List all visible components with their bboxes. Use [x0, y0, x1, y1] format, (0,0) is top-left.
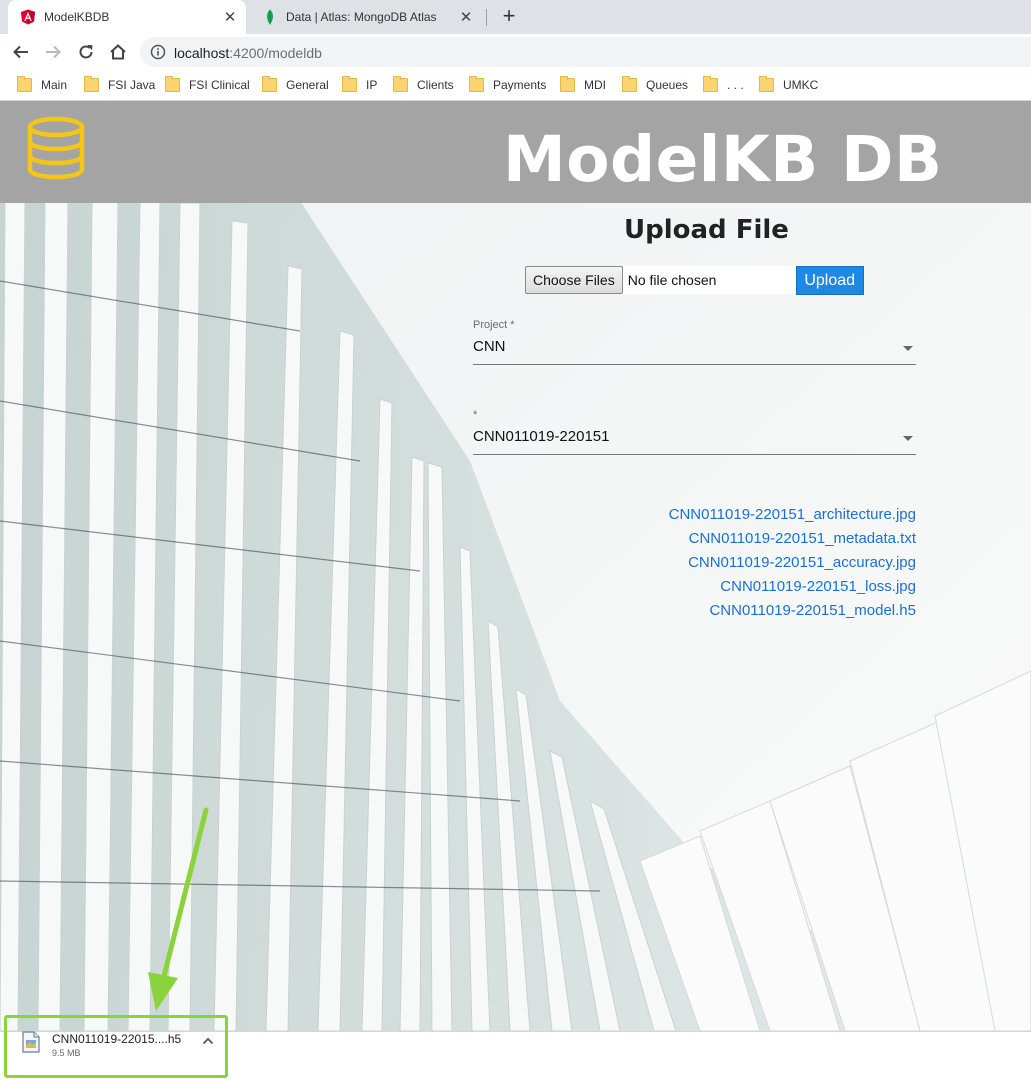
- folder-icon: [393, 76, 408, 92]
- bookmark-main[interactable]: Main: [17, 76, 68, 93]
- bookmark-label: . . .: [727, 78, 744, 92]
- file-input[interactable]: Choose Files No file chosen Upload: [525, 266, 864, 295]
- model-label: *: [473, 409, 478, 421]
- page-content: ModelKB DB Upload File Choose Files No f…: [0, 101, 1031, 1031]
- bookmark-fsi-clinical[interactable]: FSI Clinical: [165, 76, 250, 93]
- bookmark-more[interactable]: . . .: [703, 76, 744, 93]
- folder-icon: [560, 76, 575, 92]
- bookmark-label: MDI: [584, 78, 606, 92]
- dropdown-caret-icon: [903, 436, 913, 441]
- tab-modelkbdb[interactable]: ModelKBDB ✕: [8, 0, 246, 34]
- model-value: CNN011019-220151: [473, 428, 610, 445]
- folder-icon: [84, 76, 99, 92]
- bookmark-label: IP: [366, 78, 378, 92]
- bookmark-label: General: [286, 78, 329, 92]
- bookmark-umkc[interactable]: UMKC: [759, 76, 819, 93]
- bookmark-label: FSI Clinical: [189, 78, 250, 92]
- select-underline: [473, 454, 916, 455]
- home-icon: [110, 44, 126, 60]
- dropdown-caret-icon: [903, 346, 913, 351]
- download-size: 9.5 MB: [52, 1048, 81, 1058]
- upload-button[interactable]: Upload: [795, 266, 864, 295]
- upload-file-heading: Upload File: [624, 215, 789, 245]
- bookmark-label: UMKC: [783, 78, 819, 92]
- download-shelf: CNN011019-22015....h5 9.5 MB: [0, 1015, 1031, 1081]
- bookmark-label: Queues: [646, 78, 689, 92]
- bookmark-label: FSI Java: [108, 78, 156, 92]
- angular-icon: [21, 9, 35, 25]
- bookmark-label: Main: [41, 78, 68, 92]
- chevron-up-icon[interactable]: [202, 1036, 214, 1046]
- tab-strip: ModelKBDB ✕ Data | Atlas: MongoDB Atlas …: [0, 0, 1031, 34]
- reload-icon: [79, 45, 93, 59]
- reload-button[interactable]: [74, 40, 98, 64]
- file-link-model[interactable]: CNN011019-220151_model.h5: [669, 599, 916, 623]
- app-header: ModelKB DB: [0, 101, 1031, 203]
- folder-icon: [622, 76, 637, 92]
- file-link-list: CNN011019-220151_architecture.jpg CNN011…: [669, 503, 916, 623]
- bookmark-fsi-java[interactable]: FSI Java: [84, 76, 156, 93]
- download-filename: CNN011019-22015....h5: [52, 1032, 182, 1046]
- app-title: ModelKB DB: [503, 123, 943, 196]
- arrow-right-icon: [46, 45, 61, 59]
- info-icon[interactable]: [150, 44, 166, 60]
- choose-files-button[interactable]: Choose Files: [525, 266, 623, 294]
- forward-button[interactable]: [41, 40, 65, 64]
- file-link-loss[interactable]: CNN011019-220151_loss.jpg: [669, 575, 916, 599]
- arrow-left-icon: [13, 45, 28, 59]
- folder-icon: [703, 76, 718, 92]
- file-status-text: No file chosen: [622, 266, 796, 294]
- close-tab-icon[interactable]: ✕: [456, 8, 476, 26]
- home-button[interactable]: [106, 40, 130, 64]
- url-host: localhost: [174, 45, 230, 61]
- tab-mongodb-atlas[interactable]: Data | Atlas: MongoDB Atlas ✕: [250, 0, 482, 34]
- back-button[interactable]: [9, 40, 33, 64]
- bookmark-label: Clients: [417, 78, 454, 92]
- project-select[interactable]: Project * CNN: [473, 319, 916, 365]
- tab-title: Data | Atlas: MongoDB Atlas: [286, 10, 437, 24]
- bookmark-mdi[interactable]: MDI: [560, 76, 606, 93]
- download-item[interactable]: CNN011019-22015....h5 9.5 MB: [4, 1015, 228, 1078]
- bookmark-ip[interactable]: IP: [342, 76, 378, 93]
- folder-icon: [17, 76, 32, 92]
- address-bar[interactable]: localhost:4200/modeldb: [140, 37, 1031, 67]
- bookmark-label: Payments: [493, 78, 547, 92]
- file-link-architecture[interactable]: CNN011019-220151_architecture.jpg: [669, 503, 916, 527]
- folder-icon: [469, 76, 484, 92]
- folder-icon: [262, 76, 277, 92]
- url-text: localhost:4200/modeldb: [174, 45, 322, 61]
- browser-toolbar: localhost:4200/modeldb: [0, 34, 1031, 70]
- folder-icon: [342, 76, 357, 92]
- url-path: :4200/modeldb: [229, 45, 322, 61]
- project-label: Project *: [473, 319, 515, 331]
- database-icon[interactable]: [25, 116, 87, 180]
- file-link-accuracy[interactable]: CNN011019-220151_accuracy.jpg: [669, 551, 916, 575]
- bookmark-queues[interactable]: Queues: [622, 76, 689, 93]
- bookmarks-bar: Main FSI Java FSI Clinical General IP Cl…: [0, 70, 1031, 101]
- new-tab-button[interactable]: +: [498, 5, 520, 29]
- mongodb-leaf-icon: [267, 9, 273, 25]
- close-tab-icon[interactable]: ✕: [220, 8, 240, 26]
- annotation-arrow-icon: [148, 807, 209, 1011]
- project-value: CNN: [473, 338, 506, 355]
- tab-divider: [486, 9, 487, 26]
- bookmark-clients[interactable]: Clients: [393, 76, 454, 93]
- model-select[interactable]: * CNN011019-220151: [473, 409, 916, 455]
- folder-icon: [759, 76, 774, 92]
- bookmark-general[interactable]: General: [262, 76, 329, 93]
- select-underline: [473, 364, 916, 365]
- file-link-metadata[interactable]: CNN011019-220151_metadata.txt: [669, 527, 916, 551]
- tab-title: ModelKBDB: [44, 10, 110, 24]
- folder-icon: [165, 76, 180, 92]
- bookmark-payments[interactable]: Payments: [469, 76, 547, 93]
- file-icon: [22, 1031, 40, 1053]
